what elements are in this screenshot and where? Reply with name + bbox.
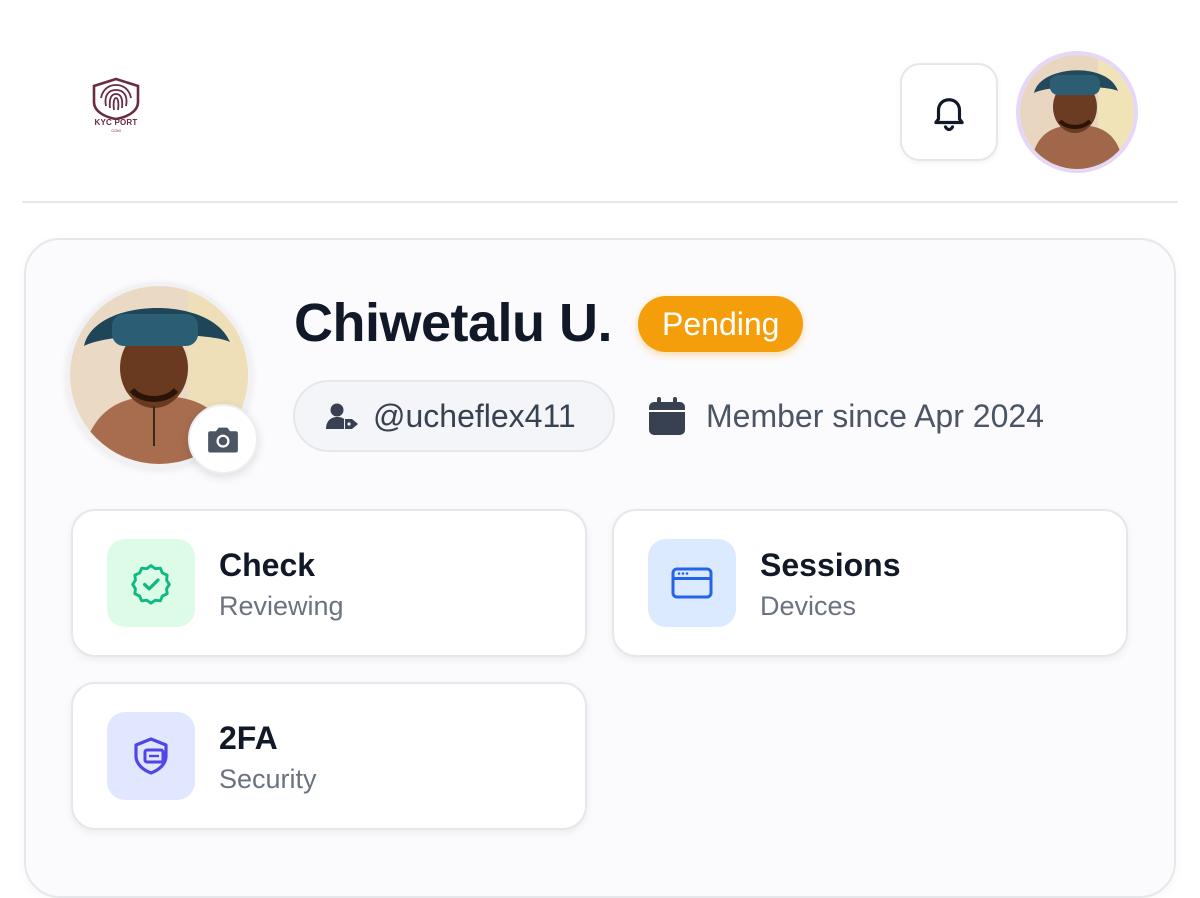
tile-subtitle: Security — [219, 764, 317, 794]
notifications-button[interactable] — [900, 63, 998, 161]
user-tag-icon — [326, 403, 358, 429]
logo-text: KYC PORT — [94, 118, 138, 127]
username-pill[interactable]: @ucheflex411 — [293, 380, 615, 452]
profile-name: Chiwetalu U. — [294, 293, 613, 353]
fingerprint-shield-icon — [92, 77, 140, 121]
kyc-port-logo[interactable]: KYC PORT COM — [84, 76, 148, 144]
camera-icon — [208, 427, 238, 453]
logo-subtext: COM — [111, 128, 121, 133]
bell-icon — [934, 98, 964, 132]
header-user-avatar[interactable] — [1016, 51, 1138, 173]
user-avatar-photo — [1020, 55, 1134, 169]
tile-title: Sessions — [760, 547, 901, 583]
tile-subtitle: Reviewing — [219, 591, 344, 621]
top-bar: KYC PORT COM — [0, 0, 1200, 203]
change-photo-button[interactable] — [188, 404, 258, 474]
username-text: @ucheflex411 — [373, 397, 576, 434]
member-since: Member since Apr 2024 — [648, 394, 1044, 438]
tile-title: Check — [219, 547, 316, 583]
tile-title: 2FA — [219, 720, 278, 756]
sessions-tile[interactable]: Sessions Devices — [612, 509, 1128, 657]
browser-window-icon — [648, 539, 736, 627]
calendar-icon — [649, 397, 685, 435]
two-factor-tile[interactable]: 2FA Security — [71, 682, 587, 830]
tile-subtitle: Devices — [760, 591, 857, 621]
status-badge: Pending — [638, 296, 804, 352]
member-since-text: Member since Apr 2024 — [706, 397, 1044, 434]
badge-check-icon — [107, 539, 195, 627]
header-divider — [22, 201, 1178, 203]
shield-icon — [107, 712, 195, 800]
check-tile[interactable]: Check Reviewing — [71, 509, 587, 657]
